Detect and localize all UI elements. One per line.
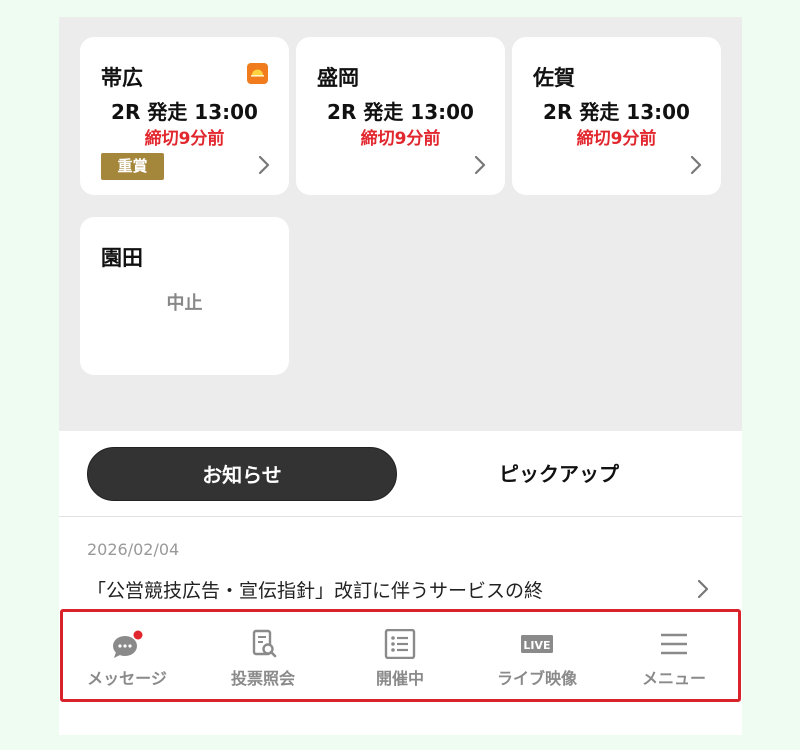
race-card-sonoda[interactable]: 園田 中止 [80, 217, 289, 375]
chevron-right-icon [690, 155, 702, 175]
race-status-cancelled: 中止 [166, 293, 203, 314]
grade-race-badge: 重賞 [101, 153, 164, 180]
race-start-time: 2R 発走 13:00 [543, 100, 690, 124]
news-date: 2026/02/04 [87, 540, 180, 559]
chevron-right-icon [474, 155, 486, 175]
chevron-right-icon [258, 155, 270, 175]
race-start-time: 2R 発走 13:00 [327, 100, 474, 124]
news-item[interactable]: 2026/02/04 「公営競技広告・宣伝指針」改訂に伴うサービスの終 [59, 518, 742, 608]
weather-sun-icon [247, 63, 268, 84]
info-tabs: お知らせ ピックアップ [59, 431, 742, 517]
race-start-time: 2R 発走 13:00 [111, 100, 258, 124]
tab-notices[interactable]: お知らせ [87, 447, 397, 501]
news-title: 「公営競技広告・宣伝指針」改訂に伴うサービスの終 [87, 580, 544, 602]
race-card-obihiro[interactable]: 帯広 2R 発走 13:00 締切9分前 重賞 [80, 37, 289, 195]
venue-name: 園田 [101, 246, 143, 270]
deadline-countdown: 締切9分前 [144, 129, 225, 149]
deadline-countdown: 締切9分前 [360, 129, 441, 149]
venue-name: 盛岡 [317, 66, 359, 90]
race-card-morioka[interactable]: 盛岡 2R 発走 13:00 締切9分前 [296, 37, 505, 195]
venue-name: 佐賀 [533, 66, 575, 90]
highlight-box [60, 609, 741, 702]
venue-name: 帯広 [101, 66, 143, 90]
deadline-countdown: 締切9分前 [576, 129, 657, 149]
chevron-right-icon [697, 579, 709, 599]
tab-pickup[interactable]: ピックアップ [404, 447, 714, 501]
race-card-grid: 帯広 2R 発走 13:00 締切9分前 重賞 盛岡 2R 発走 13:00 締… [59, 17, 742, 431]
race-card-saga[interactable]: 佐賀 2R 発走 13:00 締切9分前 [512, 37, 721, 195]
